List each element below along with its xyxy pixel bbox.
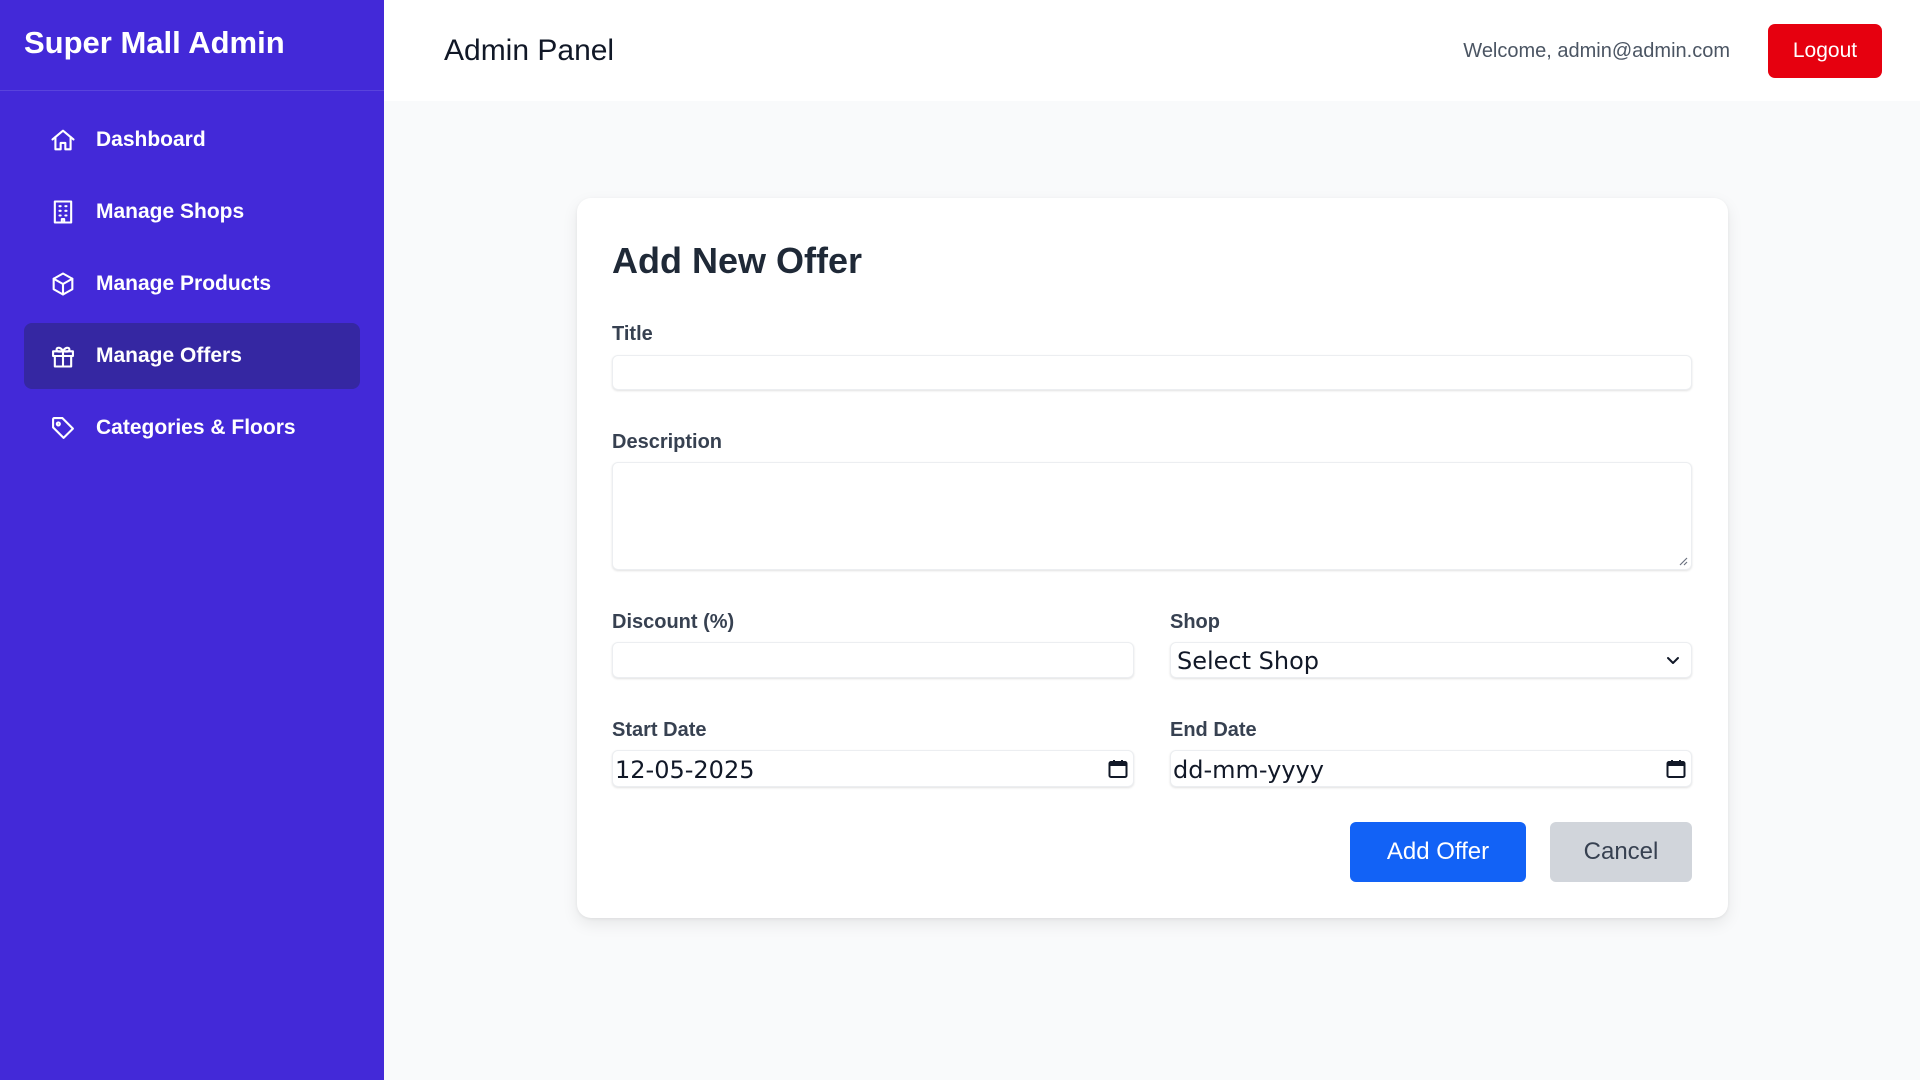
sidebar-item-manage-shops[interactable]: Manage Shops xyxy=(24,179,360,245)
home-icon xyxy=(49,126,77,154)
end-date-input[interactable]: dd-mm-yyyy xyxy=(1170,750,1692,787)
resize-grip-icon[interactable] xyxy=(1678,556,1688,566)
form-heading: Add New Offer xyxy=(612,240,863,281)
brand-title: Super Mall Admin xyxy=(0,0,384,91)
sidebar-item-label: Manage Shops xyxy=(96,200,245,223)
calendar-icon[interactable] xyxy=(1107,758,1129,780)
gift-icon xyxy=(49,342,77,370)
sidebar-item-label: Categories & Floors xyxy=(96,416,296,439)
sidebar: Super Mall Admin Dashboard Manage Shops … xyxy=(0,0,384,1080)
sidebar-item-label: Manage Products xyxy=(96,272,272,295)
sidebar-item-categories-floors[interactable]: Categories & Floors xyxy=(24,395,360,461)
discount-label: Discount (%) xyxy=(612,611,735,633)
building-icon xyxy=(49,198,77,226)
sidebar-item-label: Manage Offers xyxy=(96,344,242,367)
title-input[interactable] xyxy=(612,355,1692,390)
description-label: Description xyxy=(612,431,723,453)
end-date-value: dd-mm-yyyy xyxy=(1173,756,1324,784)
description-textarea[interactable] xyxy=(612,462,1692,570)
calendar-icon[interactable] xyxy=(1665,758,1687,780)
logout-button[interactable]: Logout xyxy=(1768,24,1882,78)
sidebar-item-label: Dashboard xyxy=(96,128,206,151)
start-date-input[interactable]: 12-05-2025 xyxy=(612,750,1134,787)
page-title: Admin Panel xyxy=(444,34,615,67)
start-date-value: 12-05-2025 xyxy=(615,756,755,784)
welcome-text: Welcome, admin@admin.com xyxy=(1463,40,1730,62)
tag-icon xyxy=(49,414,77,442)
top-header: Admin Panel Welcome, admin@admin.com Log… xyxy=(384,0,1920,101)
cancel-button[interactable]: Cancel xyxy=(1550,822,1692,882)
sidebar-item-manage-products[interactable]: Manage Products xyxy=(24,251,360,317)
chevron-down-icon xyxy=(1667,657,1679,664)
sidebar-item-manage-offers[interactable]: Manage Offers xyxy=(24,323,360,389)
shop-select[interactable]: Select Shop xyxy=(1170,642,1692,678)
sidebar-item-dashboard[interactable]: Dashboard xyxy=(24,107,360,173)
sidebar-nav: Dashboard Manage Shops Manage Products M… xyxy=(0,91,384,461)
add-offer-button[interactable]: Add Offer xyxy=(1350,822,1526,882)
title-label: Title xyxy=(612,323,653,345)
discount-input[interactable] xyxy=(612,642,1134,678)
cube-icon xyxy=(49,270,77,298)
start-date-label: Start Date xyxy=(612,719,707,741)
shop-select-value: Select Shop xyxy=(1177,647,1320,675)
shop-label: Shop xyxy=(1170,611,1220,633)
end-date-label: End Date xyxy=(1170,719,1257,741)
